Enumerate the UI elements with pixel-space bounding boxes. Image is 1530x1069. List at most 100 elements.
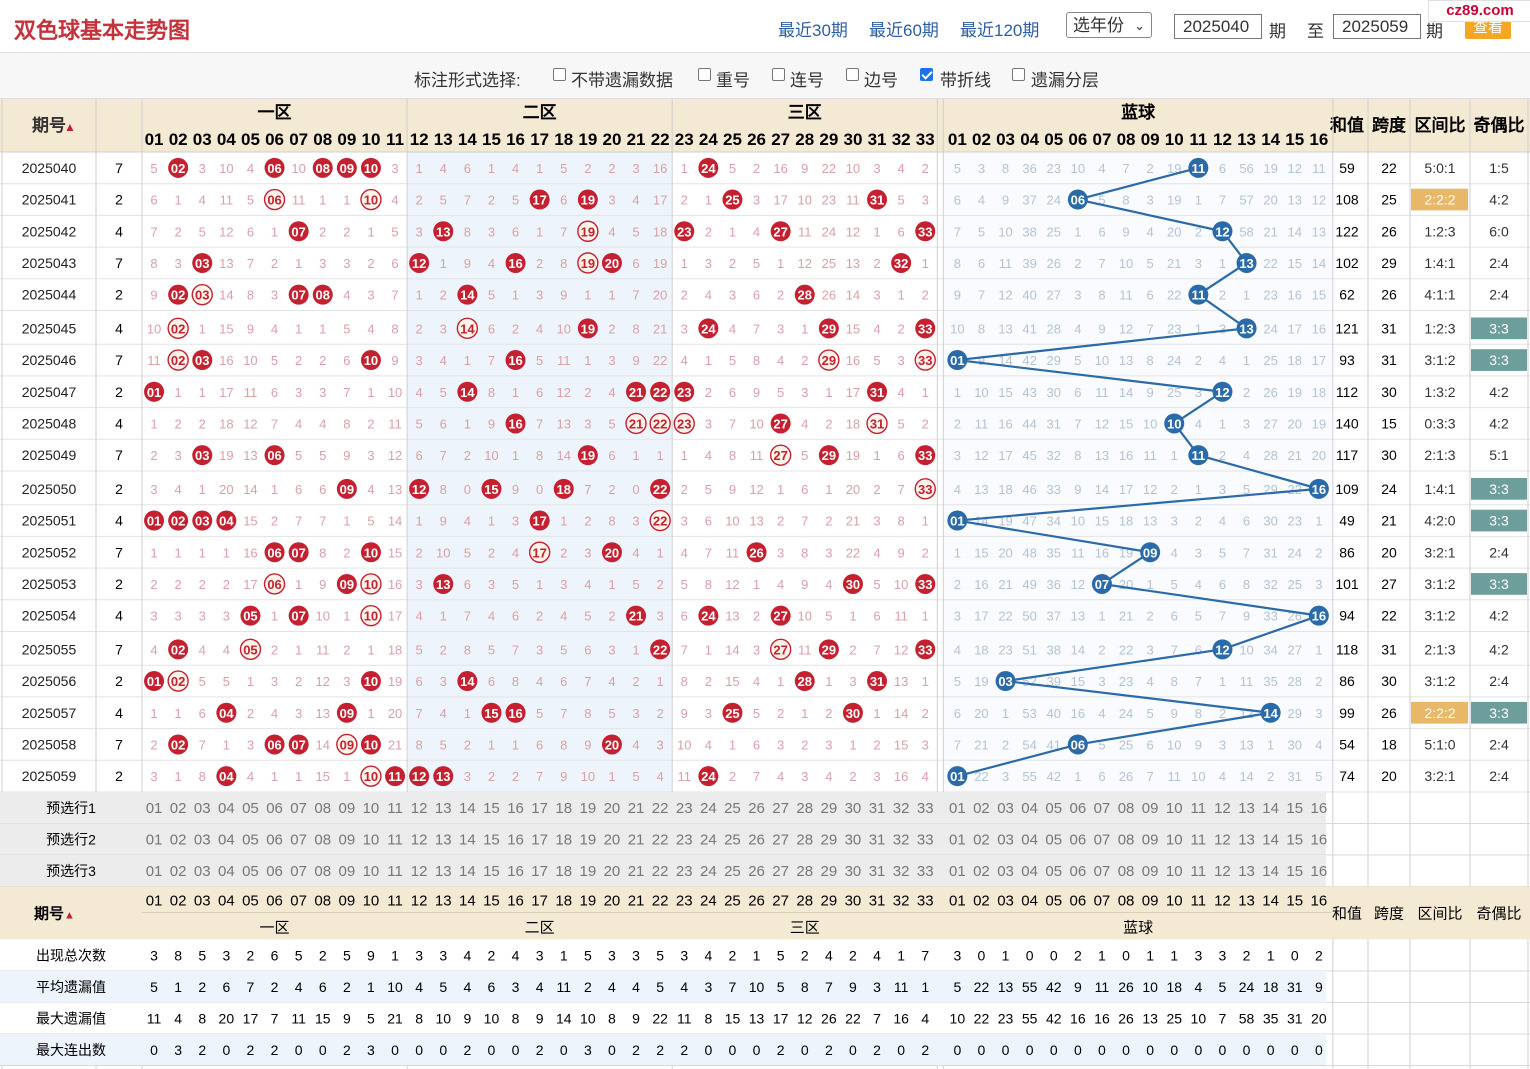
preselect-blue-number: 11 bbox=[1191, 832, 1207, 849]
red-miss-value: 2 bbox=[657, 577, 664, 592]
red-miss-value: 3 bbox=[391, 161, 398, 176]
red-ball-number: 16 bbox=[508, 706, 522, 721]
footer-blue-col-header: 11 bbox=[1191, 893, 1207, 910]
blue-miss-value: 22 bbox=[998, 609, 1012, 624]
preselect-blue-number: 10 bbox=[1166, 863, 1183, 880]
red-ball-number: 08 bbox=[316, 161, 330, 176]
blue-miss-value: 2 bbox=[1315, 545, 1322, 560]
preselect-blue-number: 16 bbox=[1311, 832, 1328, 849]
red-miss-value: 3 bbox=[681, 321, 688, 336]
red-miss-value: 7 bbox=[560, 224, 567, 239]
blue-miss-value: 31 bbox=[1288, 769, 1302, 784]
red-ball-number: 11 bbox=[388, 769, 402, 784]
blue-miss-value: 2 bbox=[1267, 769, 1274, 784]
preselect-red-number: 21 bbox=[628, 832, 645, 849]
stats-red-value: 3 bbox=[174, 1042, 182, 1058]
red-miss-value: 8 bbox=[560, 737, 567, 752]
red-miss-value: 2 bbox=[705, 385, 712, 400]
red-miss-value: 6 bbox=[801, 482, 808, 497]
red-miss-value: 12 bbox=[557, 385, 571, 400]
blue-miss-value: 13 bbox=[1071, 609, 1085, 624]
red-miss-value: 6 bbox=[898, 448, 905, 463]
blue-miss-value: 21 bbox=[998, 577, 1012, 592]
red-miss-value: 3 bbox=[632, 706, 639, 721]
red-ball-number: 14 bbox=[460, 674, 475, 689]
blue-miss-value: 2 bbox=[1219, 288, 1226, 303]
red-miss-value: 1 bbox=[681, 448, 688, 463]
stats-red-value: 4 bbox=[608, 979, 616, 995]
red-miss-value: 5 bbox=[199, 224, 206, 239]
stats-red-value: 4 bbox=[632, 979, 640, 995]
stats-red-value: 22 bbox=[845, 1011, 861, 1027]
blue-miss-value: 16 bbox=[998, 416, 1012, 431]
red-ball-number: 15 bbox=[484, 706, 498, 721]
blue-miss-value: 4 bbox=[1098, 161, 1105, 176]
stats-red-value: 8 bbox=[801, 979, 809, 995]
blue-miss-value: 16 bbox=[1071, 706, 1085, 721]
blue-miss-value: 34 bbox=[1047, 514, 1061, 529]
red-miss-value: 2 bbox=[416, 193, 423, 208]
blue-col-header: 04 bbox=[1020, 130, 1039, 149]
blue-miss-value: 22 bbox=[1167, 288, 1181, 303]
stats-red-value: 9 bbox=[367, 948, 375, 964]
red-miss-value: 5 bbox=[873, 577, 880, 592]
preselect-red-number: 16 bbox=[507, 832, 524, 849]
blue-miss-value: 8 bbox=[1002, 161, 1009, 176]
footer-blue-col-header: 06 bbox=[1070, 893, 1087, 910]
blue-miss-value: 7 bbox=[1195, 674, 1202, 689]
red-miss-value: 6 bbox=[150, 193, 157, 208]
red-miss-value: 8 bbox=[391, 321, 398, 336]
red-miss-value: 18 bbox=[219, 416, 233, 431]
blue-col-header: 01 bbox=[948, 130, 967, 149]
red-miss-value: 4 bbox=[777, 353, 784, 368]
red-miss-value: 5 bbox=[753, 706, 760, 721]
odd-even-cell: 3:3 bbox=[1489, 352, 1509, 368]
red-miss-value: 4 bbox=[271, 321, 278, 336]
red-miss-value: 15 bbox=[316, 769, 330, 784]
blue-miss-value: 25 bbox=[1047, 224, 1061, 239]
red-col-header: 06 bbox=[265, 130, 284, 149]
blue-miss-value: 4 bbox=[978, 193, 985, 208]
preselect-red-number: 28 bbox=[796, 800, 813, 817]
red-miss-value: 3 bbox=[681, 514, 688, 529]
red-ball-number: 10 bbox=[364, 769, 378, 784]
preselect-red-number: 13 bbox=[435, 863, 452, 880]
preselect-red-number: 10 bbox=[363, 832, 380, 849]
preselect-red-number: 26 bbox=[748, 800, 765, 817]
red-miss-value: 7 bbox=[271, 416, 278, 431]
preselect-red-number: 23 bbox=[676, 832, 693, 849]
blue-miss-value: 17 bbox=[974, 609, 988, 624]
red-miss-value: 3 bbox=[199, 161, 206, 176]
zone-ratio-cell: 5:1:0 bbox=[1424, 736, 1455, 752]
red-miss-value: 9 bbox=[801, 161, 808, 176]
stats-blue-value: 0 bbox=[1050, 1042, 1058, 1058]
sum-header: 和值 bbox=[1330, 115, 1364, 135]
blue-miss-value: 10 bbox=[1071, 161, 1085, 176]
stats-blue-value: 0 bbox=[1074, 1042, 1082, 1058]
red-ball-number: 18 bbox=[557, 482, 571, 497]
weekday-cell: 7 bbox=[115, 447, 123, 463]
red-miss-value: 6 bbox=[271, 385, 278, 400]
red-miss-value: 1 bbox=[705, 193, 712, 208]
red-miss-value: 3 bbox=[584, 416, 591, 431]
preselect-blue-number: 12 bbox=[1214, 832, 1231, 849]
sum-cell: 102 bbox=[1335, 255, 1359, 271]
red-miss-value: 1 bbox=[464, 706, 471, 721]
red-miss-value: 3 bbox=[753, 642, 760, 657]
red-miss-value: 8 bbox=[584, 706, 591, 721]
red-miss-value: 4 bbox=[632, 737, 639, 752]
preselect-blue-number: 11 bbox=[1191, 863, 1207, 880]
red-miss-value: 3 bbox=[584, 545, 591, 560]
stats-red-value: 2 bbox=[873, 1042, 881, 1058]
red-miss-value: 9 bbox=[898, 545, 905, 560]
span-cell: 31 bbox=[1381, 320, 1397, 336]
blue-miss-value: 6 bbox=[1098, 769, 1105, 784]
red-miss-value: 8 bbox=[343, 416, 350, 431]
red-miss-value: 3 bbox=[150, 769, 157, 784]
red-ball-number: 17 bbox=[532, 545, 546, 560]
red-col-header: 05 bbox=[241, 130, 260, 149]
blue-miss-value: 7 bbox=[1074, 416, 1081, 431]
red-miss-value: 7 bbox=[536, 769, 543, 784]
red-miss-value: 3 bbox=[367, 288, 374, 303]
blue-miss-value: 8 bbox=[1171, 674, 1178, 689]
